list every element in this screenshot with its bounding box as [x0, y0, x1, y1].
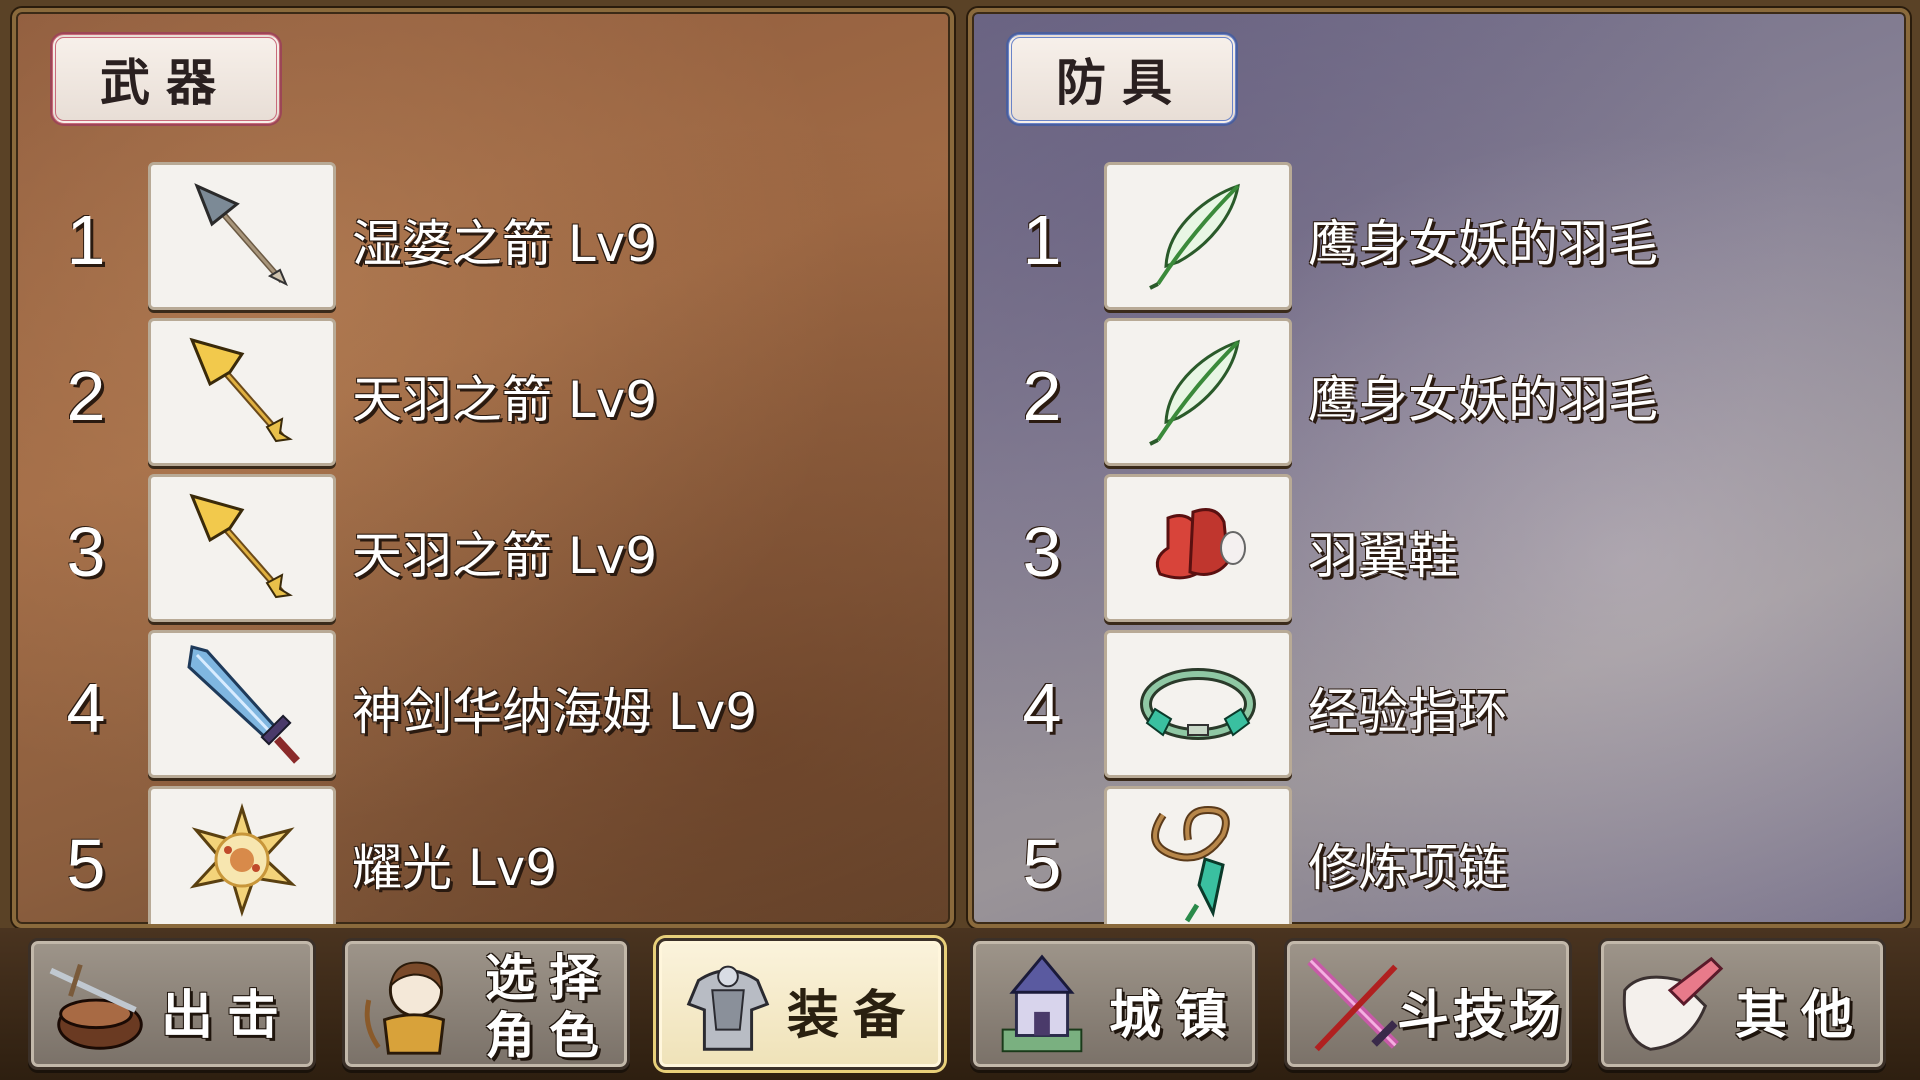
nav-label-line1: 选择	[485, 949, 613, 1007]
slot-number: 4	[1022, 669, 1062, 747]
item-name: 天羽之箭 Lv9	[352, 371, 658, 429]
item-slot[interactable]	[148, 162, 336, 310]
armor-icon	[686, 965, 770, 1051]
winged-boots-icon	[1155, 508, 1246, 580]
nav-label-line2: 角色	[485, 1007, 613, 1065]
slot-number: 2	[1022, 357, 1062, 435]
armor-panel: 防具 1 鹰身女妖的羽毛 2 鹰身女妖的羽毛 3 羽翼鞋 4 经验指环 5 修炼…	[968, 8, 1910, 928]
item-slot[interactable]	[148, 474, 336, 622]
weapon-slot-2[interactable]: 2 天羽之箭 Lv9	[16, 318, 950, 468]
nav-label: 选择 角色	[485, 949, 613, 1065]
nav-sortie-button[interactable]: 出击	[28, 938, 316, 1070]
armor-slot-5[interactable]: 5 修炼项链	[972, 786, 1906, 924]
item-name: 耀光 Lv9	[352, 839, 558, 897]
item-slot[interactable]	[1104, 786, 1292, 924]
item-name: 神剑华纳海姆 Lv9	[352, 683, 758, 741]
nav-label: 装备	[787, 986, 920, 1046]
nav-label: 出击	[161, 986, 294, 1046]
arrow-icon	[194, 183, 288, 287]
slot-number: 1	[1022, 201, 1062, 279]
item-slot[interactable]	[1104, 474, 1292, 622]
nav-other-button[interactable]: 其他	[1598, 938, 1886, 1070]
weapon-slot-5[interactable]: 5 耀光 Lv9	[16, 786, 950, 924]
weapon-slot-4[interactable]: 4 神剑华纳海姆 Lv9	[16, 630, 950, 780]
item-name: 羽翼鞋	[1308, 527, 1458, 585]
weapons-panel: 武器 1 湿婆之箭 Lv9 2 天羽之箭 Lv9 3 天羽之箭 Lv9 4 神剑…	[12, 8, 954, 928]
item-slot[interactable]	[148, 630, 336, 778]
radiant-orb-icon	[189, 802, 297, 917]
feather-icon	[1149, 183, 1240, 290]
item-name: 鹰身女妖的羽毛	[1308, 215, 1658, 273]
item-slot[interactable]	[148, 318, 336, 466]
slot-number: 3	[66, 513, 106, 591]
item-slot[interactable]	[148, 786, 336, 924]
weapon-slot-3[interactable]: 3 天羽之箭 Lv9	[16, 474, 950, 624]
item-name: 修炼项链	[1308, 839, 1508, 897]
item-name: 经验指环	[1308, 683, 1508, 741]
golden-arrow-icon	[189, 337, 293, 443]
item-name: 天羽之箭 Lv9	[352, 527, 658, 585]
slot-number: 5	[1022, 825, 1062, 903]
slot-number: 5	[66, 825, 106, 903]
character-icon	[364, 961, 446, 1055]
nav-town-button[interactable]: 城镇	[970, 938, 1258, 1070]
war-drum-icon	[49, 963, 143, 1050]
slot-number: 1	[66, 201, 106, 279]
necklace-icon	[1151, 805, 1230, 923]
armor-slot-4[interactable]: 4 经验指环	[972, 630, 1906, 780]
nav-arena-button[interactable]: 斗技场	[1284, 938, 1572, 1070]
armor-slot-2[interactable]: 2 鹰身女妖的羽毛	[972, 318, 1906, 468]
slot-number: 3	[1022, 513, 1062, 591]
weapon-slot-1[interactable]: 1 湿婆之箭 Lv9	[16, 162, 950, 312]
castle-icon	[1001, 954, 1083, 1053]
nav-label: 城镇	[1109, 986, 1242, 1046]
nav-label: 斗技场	[1397, 986, 1566, 1046]
slot-number: 2	[66, 357, 106, 435]
sword-icon	[187, 645, 300, 764]
nav-equipment-button[interactable]: 装备	[656, 938, 944, 1070]
item-slot[interactable]	[1104, 630, 1292, 778]
item-slot[interactable]	[1104, 162, 1292, 310]
item-name: 湿婆之箭 Lv9	[352, 215, 658, 273]
nav-label: 其他	[1735, 986, 1868, 1046]
armor-slot-3[interactable]: 3 羽翼鞋	[972, 474, 1906, 624]
golden-arrow-icon	[189, 493, 293, 599]
item-slot[interactable]	[1104, 318, 1292, 466]
nav-select-character-button[interactable]: 选择 角色	[342, 938, 630, 1070]
armor-tab[interactable]: 防具	[1008, 34, 1236, 124]
weapons-tab[interactable]: 武器	[52, 34, 280, 124]
item-name: 鹰身女妖的羽毛	[1308, 371, 1658, 429]
feather-icon	[1149, 339, 1240, 446]
ring-icon	[1140, 668, 1256, 740]
slot-number: 4	[66, 669, 106, 747]
armor-slot-1[interactable]: 1 鹰身女妖的羽毛	[972, 162, 1906, 312]
scroll-icon	[1622, 956, 1724, 1051]
